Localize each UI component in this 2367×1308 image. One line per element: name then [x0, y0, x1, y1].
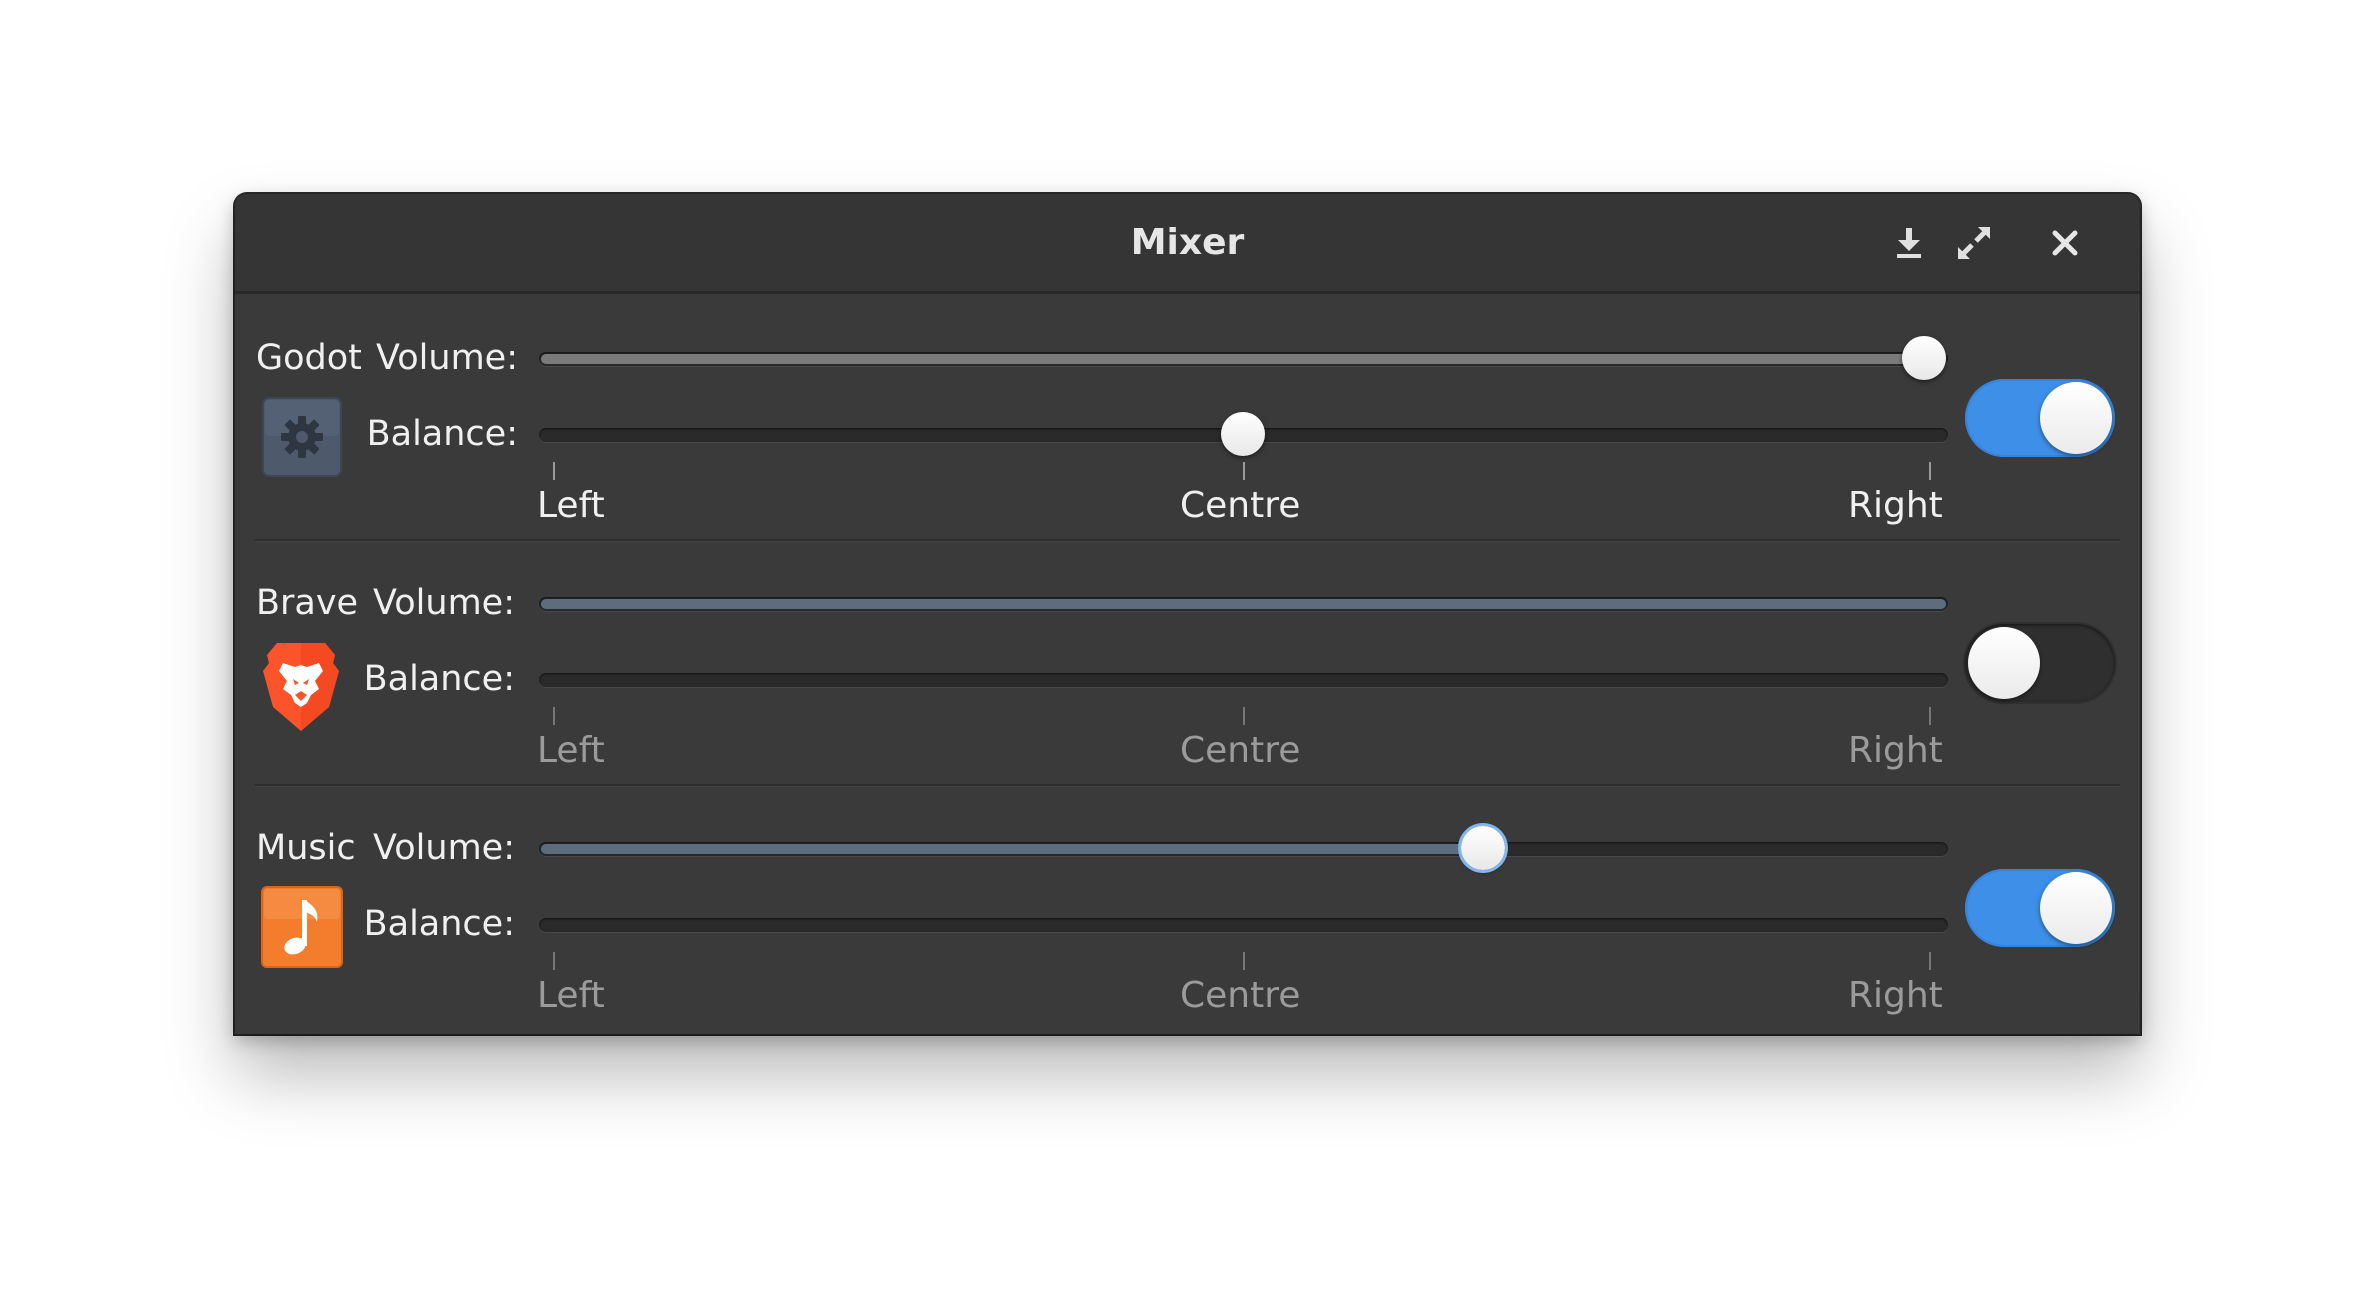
- tick-label-left: Left: [537, 485, 605, 526]
- window-title: Mixer: [1130, 222, 1245, 263]
- balance-label: Balance:: [363, 659, 515, 699]
- tick-centre: [1243, 952, 1245, 970]
- volume-fill: [541, 844, 1483, 854]
- balance-slider[interactable]: [539, 918, 1948, 932]
- tick-right: [1929, 462, 1931, 480]
- tick-right: [1929, 707, 1931, 725]
- tick-label-right: Right: [1848, 975, 1943, 1016]
- tick-centre: [1243, 707, 1245, 725]
- balance-scale: Left Centre Right: [537, 952, 1948, 1022]
- balance-slider[interactable]: [539, 673, 1948, 687]
- volume-slider[interactable]: [539, 336, 1948, 380]
- app-row-godot: Godot Volume: Balance: Left Centre Right: [235, 294, 2140, 539]
- tick-left: [553, 707, 555, 725]
- volume-slider-thumb[interactable]: [1461, 826, 1505, 870]
- tick-label-right: Right: [1848, 730, 1943, 771]
- mixer-window: Mixer Godot Volume: Balance: Left Centre…: [235, 194, 2140, 1034]
- balance-label: Balance:: [363, 904, 515, 944]
- volume-slider[interactable]: [539, 597, 1948, 611]
- tick-label-centre: Centre: [1180, 485, 1301, 526]
- enable-switch[interactable]: [1965, 624, 2115, 702]
- tick-centre: [1243, 462, 1245, 480]
- volume-label: Volume:: [376, 338, 518, 378]
- tick-label-centre: Centre: [1180, 730, 1301, 771]
- volume-slider-thumb[interactable]: [1902, 336, 1946, 380]
- download-button[interactable]: [1883, 217, 1935, 269]
- volume-label: Volume:: [373, 583, 515, 623]
- tick-right: [1929, 952, 1931, 970]
- download-icon: [1897, 228, 1921, 258]
- maximize-button[interactable]: [1948, 217, 2000, 269]
- volume-slider[interactable]: [539, 826, 1948, 870]
- switch-knob: [2040, 872, 2112, 944]
- enable-switch[interactable]: [1965, 869, 2115, 947]
- switch-knob: [2040, 382, 2112, 454]
- close-icon: [2052, 230, 2078, 256]
- app-row-music: Music Volume: Balance: Left Centre Right: [235, 784, 2140, 1029]
- tick-label-right: Right: [1848, 485, 1943, 526]
- gear-icon: [261, 396, 343, 478]
- tick-left: [553, 462, 555, 480]
- tick-label-centre: Centre: [1180, 975, 1301, 1016]
- balance-label: Balance:: [366, 414, 518, 454]
- balance-scale: Left Centre Right: [537, 707, 1948, 777]
- balance-slider[interactable]: [539, 412, 1948, 456]
- balance-scale: Left Centre Right: [537, 462, 1948, 532]
- volume-fill: [541, 599, 1946, 609]
- desktop: Mixer Godot Volume: Balance: Left Centre…: [0, 0, 2367, 1308]
- tick-label-left: Left: [537, 975, 605, 1016]
- app-row-brave: Brave Volume: Balance: Left Centre Right: [235, 539, 2140, 784]
- volume-fill: [541, 354, 1910, 364]
- enable-switch[interactable]: [1965, 379, 2115, 457]
- tick-label-left: Left: [537, 730, 605, 771]
- close-button[interactable]: [2039, 217, 2091, 269]
- switch-knob: [1968, 627, 2040, 699]
- maximize-icon: [1958, 227, 1990, 259]
- volume-label: Volume:: [373, 828, 515, 868]
- tick-left: [553, 952, 555, 970]
- titlebar[interactable]: Mixer: [235, 194, 2140, 294]
- brave-lion-icon: [257, 637, 345, 737]
- music-note-icon: [261, 886, 343, 968]
- balance-slider-thumb[interactable]: [1221, 412, 1265, 456]
